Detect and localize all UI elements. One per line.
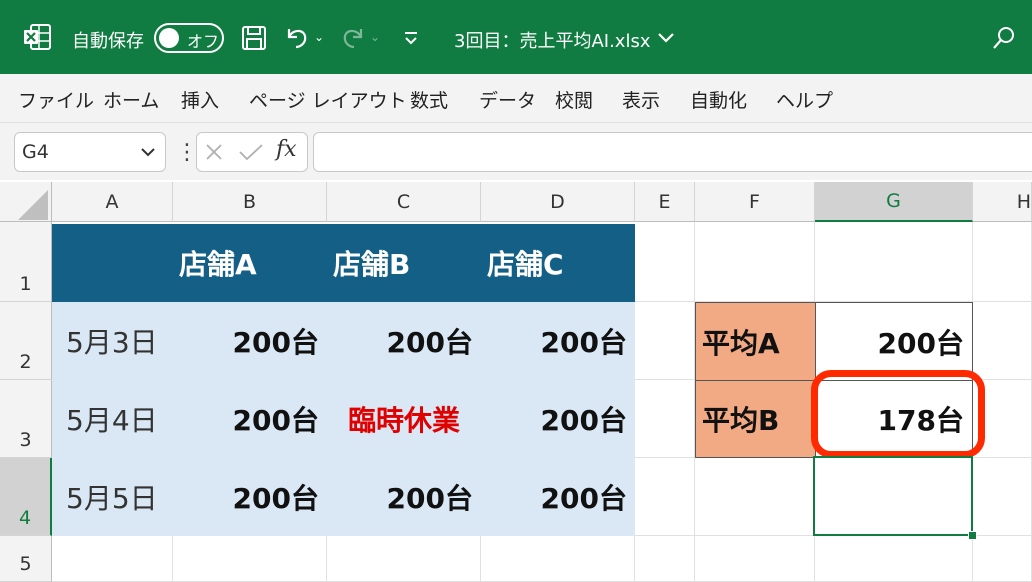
menu-help[interactable]: ヘルプ [776,86,833,113]
cell-a5[interactable] [52,536,173,582]
toggle-knob [159,28,179,48]
row-header-5[interactable]: 5 [0,536,52,582]
cell-h1[interactable] [973,222,1032,302]
redo-icon[interactable] [338,22,368,52]
cell-a4[interactable]: 5月5日 [52,458,173,536]
cell-g1[interactable] [815,222,973,302]
cell-f5[interactable] [695,536,815,582]
cell-d3[interactable]: 200台 [481,380,635,458]
cell-a1[interactable] [52,224,173,302]
menu-file[interactable]: ファイル [18,86,94,113]
menu-home[interactable]: ホーム [103,86,159,113]
autosave-label: 自動保存 [72,31,144,52]
cell-e2[interactable] [635,302,695,380]
cell-g5[interactable] [815,536,973,582]
menu-formulas[interactable]: 数式 [410,86,448,113]
cell-f1[interactable] [695,222,815,302]
cell-c4[interactable]: 200台 [327,458,481,536]
cell-f4[interactable] [695,458,815,536]
cell-h5[interactable] [973,536,1032,582]
title-bar: 自動保存 オフ ⌄ ⌄ 3回目：売上平均AI.xlsx [0,0,1032,74]
undo-dropdown-icon[interactable]: ⌄ [314,30,324,44]
excel-logo-icon [22,22,52,52]
more-options-icon[interactable]: ⋮ [176,140,198,165]
fill-handle[interactable] [968,531,977,540]
cell-g4-selected[interactable] [813,456,973,536]
column-header-c[interactable]: C [327,182,481,222]
menu-page-layout[interactable]: ページ レイアウト [249,86,407,113]
ribbon-menu: ファイル ホーム 挿入 ページ レイアウト 数式 データ 校閲 表示 自動化 ヘ… [0,74,1032,123]
column-header-d[interactable]: D [481,182,635,222]
cell-e5[interactable] [635,536,695,582]
cell-e4[interactable] [635,458,695,536]
cell-b5[interactable] [173,536,327,582]
autosave-toggle[interactable]: オフ [154,23,224,53]
column-header-e[interactable]: E [635,182,695,222]
cell-d1[interactable]: 店舗C [481,224,635,302]
chevron-down-icon[interactable] [656,30,676,46]
cell-d5[interactable] [481,536,635,582]
cell-c5[interactable] [327,536,481,582]
cell-c1[interactable]: 店舗B [327,224,481,302]
cell-e3[interactable] [635,380,695,458]
customize-toolbar-icon[interactable] [398,26,424,50]
cell-b1[interactable]: 店舗A [173,224,327,302]
cell-b2[interactable]: 200台 [173,302,327,380]
redo-dropdown-icon[interactable]: ⌄ [370,30,380,44]
insert-function-icon[interactable]: fx [276,137,297,162]
formula-input[interactable] [313,132,1032,172]
cell-c2[interactable]: 200台 [327,302,481,380]
cell-f3[interactable]: 平均B [695,380,816,458]
checkmark-icon[interactable] [238,142,264,162]
cancel-icon[interactable] [204,142,224,162]
column-header-a[interactable]: A [52,182,173,222]
cell-d2[interactable]: 200台 [481,302,635,380]
row-header-4[interactable]: 4 [0,458,52,536]
cell-d4[interactable]: 200台 [481,458,635,536]
menu-insert[interactable]: 挿入 [181,86,219,113]
column-header-h[interactable]: H [973,182,1032,222]
autosave-state: オフ [187,32,220,51]
undo-icon[interactable] [282,22,312,52]
chevron-down-icon[interactable] [140,144,158,160]
column-header-b[interactable]: B [173,182,327,222]
cell-a3[interactable]: 5月4日 [52,380,173,458]
column-header-g[interactable]: G [815,182,973,222]
row-header-2[interactable]: 2 [0,302,52,380]
cell-f2[interactable]: 平均A [695,302,816,381]
row-header-1[interactable]: 1 [0,222,52,302]
cell-c3[interactable]: 臨時休業 [327,380,481,458]
cell-b3[interactable]: 200台 [173,380,327,458]
column-header-f[interactable]: F [695,182,815,222]
save-icon[interactable] [240,24,268,52]
cell-e1[interactable] [635,222,695,302]
menu-data[interactable]: データ [479,86,536,113]
highlight-annotation [811,370,985,458]
document-title[interactable]: 3回目：売上平均AI.xlsx [454,27,650,53]
cell-h2[interactable] [973,302,1032,380]
name-box-value: G4 [22,141,49,163]
menu-automate[interactable]: 自動化 [690,86,747,113]
row-header-3[interactable]: 3 [0,380,52,458]
search-icon[interactable] [990,24,1018,52]
cell-h4[interactable] [973,458,1032,536]
cell-b4[interactable]: 200台 [173,458,327,536]
cell-a2[interactable]: 5月3日 [52,302,173,380]
menu-review[interactable]: 校閲 [555,86,593,113]
menu-view[interactable]: 表示 [622,86,660,113]
select-all-triangle-icon [18,190,48,220]
